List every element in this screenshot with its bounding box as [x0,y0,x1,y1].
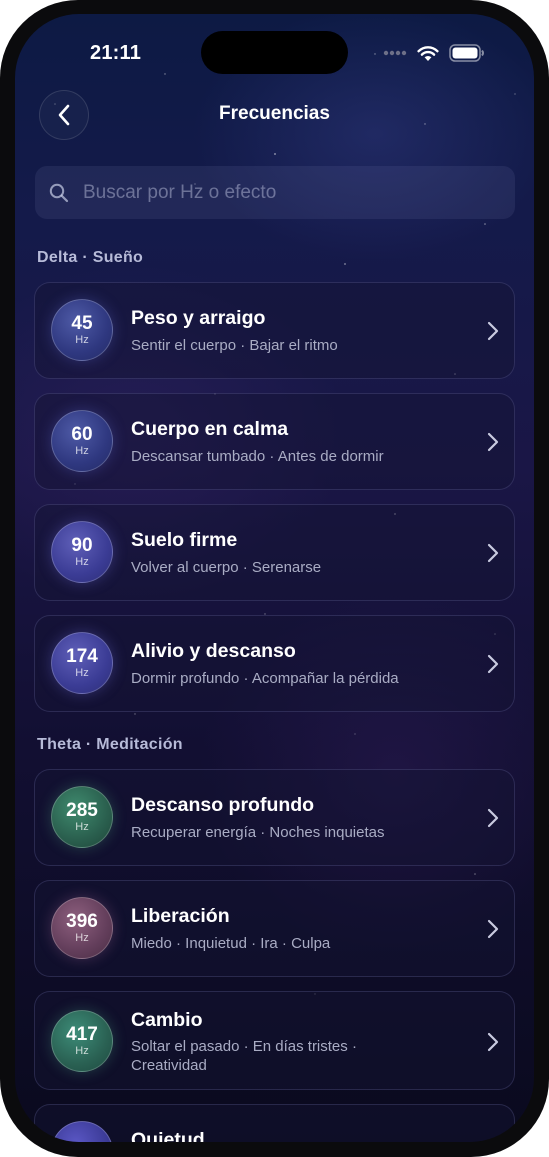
card-subtitle: Miedo · Inquietud · Ira · Culpa [131,935,331,952]
chevron-right-icon [487,1032,499,1052]
frequency-value: 45 [71,312,93,334]
frequency-value: 174 [66,645,98,667]
frequency-badge: 396 Hz [51,897,113,959]
frequency-unit: Hz [75,1044,89,1057]
card-subtitle: Volver al cuerpo · Serenarse [131,559,322,576]
app-screen: 21:11 Frecuencias Buscar por Hz o efecto… [15,14,534,1142]
frequency-badge: 285 Hz [51,786,113,848]
frequency-card[interactable]: 285 Hz Descanso profundo Recuperar energ… [34,769,515,866]
frequency-unit: Hz [75,444,89,457]
chevron-right-icon [487,543,499,563]
frequency-card[interactable]: Quietud [34,1104,515,1142]
frequency-card[interactable]: 417 Hz Cambio Soltar el pasado · En días… [34,991,515,1090]
card-title: Cambio [131,1009,203,1031]
frequency-value: 396 [66,910,98,932]
chevron-right-icon [487,919,499,939]
frequency-card[interactable]: 60 Hz Cuerpo en calma Descansar tumbado … [34,393,515,490]
card-subtitle: Soltar el pasado · En días tristes · Cre… [131,1038,357,1074]
dynamic-island [201,31,348,74]
frequency-unit: Hz [75,333,89,346]
section-header-delta: Delta · Sueño [37,249,144,266]
cellular-signal-icon [383,50,407,56]
card-title: Cuerpo en calma [131,418,289,440]
frequency-unit: Hz [75,820,89,833]
search-bar[interactable] [35,166,515,219]
search-input[interactable] [81,180,485,205]
frequency-value: 60 [71,423,93,445]
chevron-right-icon [487,808,499,828]
status-icons [383,42,485,64]
frequency-unit: Hz [75,931,89,944]
battery-icon [449,44,484,62]
chevron-right-icon [487,654,499,674]
card-title: Liberación [131,905,230,927]
frequency-badge: 45 Hz [51,299,113,361]
chevron-right-icon [487,321,499,341]
frequency-card[interactable]: 90 Hz Suelo firme Volver al cuerpo · Ser… [34,504,515,601]
frequency-value: 90 [71,534,93,556]
section-header-theta: Theta · Meditación [37,736,183,753]
card-title: Suelo firme [131,529,238,551]
frequency-badge [51,1121,113,1142]
wifi-icon [417,45,439,61]
frequency-card[interactable]: 396 Hz Liberación Miedo · Inquietud · Ir… [34,880,515,977]
frequency-value: 285 [66,799,98,821]
frequency-value: 417 [66,1023,98,1045]
card-title: Alivio y descanso [131,640,296,662]
card-subtitle: Descansar tumbado · Antes de dormir [131,448,384,465]
phone-frame: 21:11 Frecuencias Buscar por Hz o efecto… [0,0,549,1157]
page-title: Frecuencias [219,103,330,124]
card-title: Descanso profundo [131,794,315,816]
frequency-badge: 174 Hz [51,632,113,694]
status-time: 21:11 [90,42,142,64]
chevron-right-icon [487,432,499,452]
card-subtitle: Dormir profundo · Acompañar la pérdida [131,670,399,687]
frequency-unit: Hz [75,666,89,679]
search-icon [49,183,69,202]
card-title: Quietud [131,1129,205,1142]
frequency-unit: Hz [75,555,89,568]
frequency-badge: 60 Hz [51,410,113,472]
frequency-card[interactable]: 174 Hz Alivio y descanso Dormir profundo… [34,615,515,712]
card-title: Peso y arraigo [131,307,266,329]
frequency-badge: 90 Hz [51,521,113,583]
frequency-badge: 417 Hz [51,1010,113,1072]
card-subtitle: Sentir el cuerpo · Bajar el ritmo [131,337,338,354]
card-subtitle: Recuperar energía · Noches inquietas [131,824,385,841]
frequency-card[interactable]: 45 Hz Peso y arraigo Sentir el cuerpo · … [34,282,515,379]
